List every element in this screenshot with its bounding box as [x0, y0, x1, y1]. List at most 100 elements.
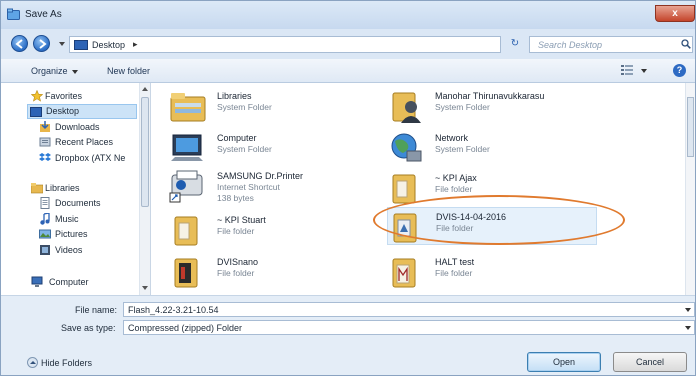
file-name: ~ KPI Stuart — [217, 215, 266, 225]
back-button[interactable] — [11, 35, 28, 52]
navigation-pane: Favorites Desktop Downloads Recent Place… — [1, 83, 151, 295]
file-type: System Folder — [217, 102, 272, 112]
file-name-value: Flash_4.22-3.21-10.54 — [128, 305, 219, 315]
sidebar-item-label: Recent Places — [55, 137, 114, 147]
cancel-button[interactable]: Cancel — [613, 352, 687, 372]
chevron-down-icon — [685, 326, 691, 330]
close-icon: x — [672, 8, 678, 19]
documents-icon — [40, 197, 50, 209]
sidebar-item-desktop[interactable]: Desktop — [27, 104, 137, 119]
sidebar-item-music[interactable]: Music — [1, 212, 139, 227]
file-item-libraries[interactable]: Libraries System Folder — [169, 87, 379, 125]
file-name-dropdown-icon[interactable] — [685, 308, 691, 312]
help-icon[interactable]: ? — [673, 64, 686, 77]
file-item-dvisnano[interactable]: DVISnano File folder — [169, 253, 379, 291]
sidebar-item-videos[interactable]: Videos — [1, 243, 139, 258]
highlight-annotation — [373, 195, 625, 245]
user-folder-icon — [392, 92, 421, 123]
sidebar-item-label: Pictures — [55, 229, 88, 239]
file-type: System Folder — [435, 102, 490, 112]
chevron-up-icon — [27, 357, 38, 368]
scrollbar-thumb[interactable] — [141, 97, 149, 207]
search-input[interactable]: Search Desktop — [529, 36, 693, 53]
save-as-dialog: Save As x Desktop ▸ ↻ Search Desktop Org… — [0, 0, 696, 376]
file-name: Libraries — [217, 91, 252, 101]
file-type: System Folder — [435, 144, 490, 154]
file-type: File folder — [435, 268, 473, 278]
chevron-down-icon — [71, 69, 78, 74]
recent-locations-dropdown[interactable] — [59, 42, 65, 46]
pictures-icon — [39, 229, 51, 239]
hide-folders-button[interactable]: Hide Folders — [27, 357, 92, 368]
refresh-button[interactable]: ↻ — [506, 36, 524, 53]
save-as-type-label: Save as type: — [61, 323, 116, 333]
sidebar-item-libraries[interactable]: Libraries — [1, 181, 139, 196]
file-item-network[interactable]: Network System Folder — [387, 129, 597, 167]
scrollbar-thumb[interactable] — [687, 97, 694, 157]
sidebar-item-pictures[interactable]: Pictures — [1, 227, 139, 242]
folder-icon — [392, 258, 416, 288]
file-name-label: File name: — [75, 305, 118, 315]
music-icon — [40, 213, 50, 225]
file-name: ~ KPI Ajax — [435, 173, 477, 183]
scroll-down-icon[interactable] — [142, 286, 148, 290]
file-name-input[interactable]: Flash_4.22-3.21-10.54 — [123, 302, 695, 317]
file-type: Internet Shortcut — [217, 182, 280, 192]
forward-button[interactable] — [33, 35, 50, 52]
sidebar-item-downloads[interactable]: Downloads — [1, 120, 139, 135]
sidebar-item-label: Favorites — [45, 91, 83, 101]
sidebar-item-documents[interactable]: Documents — [1, 196, 139, 211]
network-icon — [391, 133, 422, 162]
window-title: Save As — [25, 9, 62, 20]
view-dropdown[interactable] — [641, 69, 647, 73]
title-bar: Save As x — [1, 1, 695, 29]
scroll-up-icon[interactable] — [142, 87, 148, 91]
organize-button[interactable]: Organize — [31, 66, 78, 76]
folder-icon — [174, 216, 198, 246]
save-as-type-select[interactable]: Compressed (zipped) Folder — [123, 320, 695, 335]
refresh-icon: ↻ — [510, 38, 520, 49]
file-size: 138 bytes — [217, 193, 254, 203]
address-segment-desktop[interactable]: Desktop — [92, 40, 125, 50]
back-arrow-icon — [15, 39, 23, 49]
sidebar-item-label: Dropbox (ATX Ne — [55, 153, 126, 163]
desktop-icon — [30, 107, 42, 117]
save-as-icon — [7, 8, 20, 20]
close-button[interactable]: x — [655, 5, 695, 22]
sidebar-item-label: Documents — [55, 198, 101, 208]
computer-icon — [31, 276, 43, 287]
address-bar[interactable]: Desktop ▸ — [69, 36, 563, 53]
sidebar-item-favorites[interactable]: Favorites — [1, 89, 139, 104]
file-list-scrollbar[interactable] — [685, 83, 695, 295]
sidebar-item-recent-places[interactable]: Recent Places — [1, 135, 139, 150]
file-name: Network — [435, 133, 469, 143]
folder-icon — [174, 258, 198, 288]
libraries-icon — [31, 183, 43, 194]
sidebar-item-label: Videos — [55, 245, 83, 255]
sidebar-item-label: Desktop — [46, 106, 80, 116]
toolbar: Organize New folder ? — [1, 59, 695, 83]
sidebar-item-label: Music — [55, 214, 79, 224]
file-name: Manohar Thirunavukkarasu — [435, 91, 545, 101]
organize-label: Organize — [31, 66, 68, 76]
file-name: SAMSUNG Dr.Printer — [217, 171, 304, 181]
file-item-halt-test[interactable]: HALT test File folder — [387, 253, 597, 291]
file-item-computer[interactable]: Computer System Folder — [169, 129, 379, 167]
file-type: File folder — [217, 268, 255, 278]
sidebar-scrollbar[interactable] — [139, 83, 150, 295]
file-list: Libraries System Folder Manohar Thirunav… — [151, 83, 695, 295]
navigation-bar: Desktop ▸ ↻ Search Desktop — [1, 29, 695, 59]
file-item-samsung-printer[interactable]: SAMSUNG Dr.Printer Internet Shortcut 138… — [169, 167, 379, 213]
sidebar-item-computer[interactable]: Computer — [1, 275, 139, 290]
computer-icon — [171, 134, 203, 161]
new-folder-button[interactable]: New folder — [107, 66, 150, 76]
chevron-right-icon[interactable]: ▸ — [133, 39, 138, 50]
file-item-user[interactable]: Manohar Thirunavukkarasu System Folder — [387, 87, 597, 125]
star-icon — [31, 90, 43, 102]
view-options-icon[interactable] — [621, 65, 633, 75]
file-item-kpi-stuart[interactable]: ~ KPI Stuart File folder — [169, 211, 379, 249]
open-button[interactable]: Open — [527, 352, 601, 372]
sidebar-item-label: Computer — [49, 277, 89, 287]
file-name: Computer — [217, 133, 257, 143]
sidebar-item-dropbox[interactable]: Dropbox (ATX Ne — [1, 151, 139, 166]
